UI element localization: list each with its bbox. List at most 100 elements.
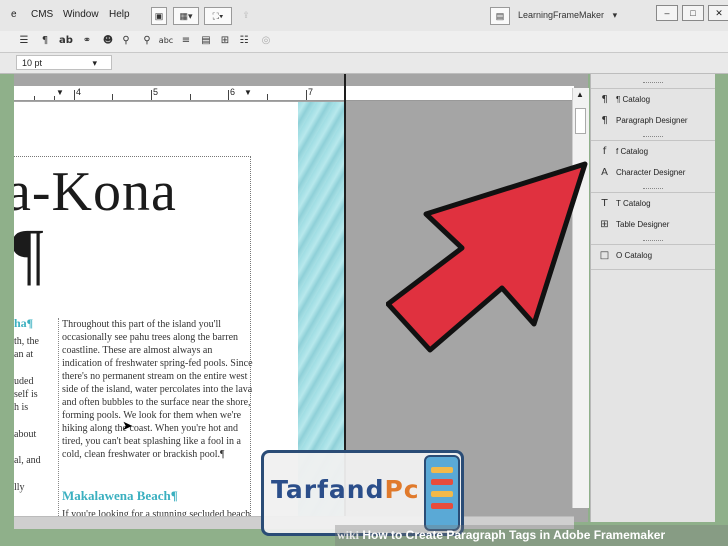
page-headline: a-Kona xyxy=(14,161,177,223)
ruler-mark: 7 xyxy=(308,87,314,97)
left-column-line: self is xyxy=(14,389,38,400)
caption-prefix: wiki xyxy=(337,528,360,542)
grid-icon[interactable]: ⊞ xyxy=(217,33,233,49)
panel-item-label: Table Designer xyxy=(616,220,670,229)
menu-bar: e CMS Window Help ▣ ▦▾ ⛶▾ ⇪ ▤ LearningFr… xyxy=(0,0,728,32)
object-catalog-icon: □ xyxy=(599,250,610,261)
table-catalog-icon: T xyxy=(601,198,608,209)
mouse-cursor-icon: ➤ xyxy=(122,418,133,433)
ruler-tick xyxy=(112,94,113,100)
tab-stop-icon[interactable]: ▼ xyxy=(56,88,64,97)
panel-item-label: ¶ Catalog xyxy=(616,95,651,104)
font-size-value: 10 pt xyxy=(22,58,43,68)
phone-icon xyxy=(424,455,460,531)
panel-item-label: Character Designer xyxy=(616,168,686,177)
object-group: □ O Catalog xyxy=(591,244,715,270)
circle-icon: ◎ xyxy=(261,35,271,46)
column-divider xyxy=(58,318,59,522)
left-column-line: lly xyxy=(14,482,25,493)
spell-icon[interactable]: abc xyxy=(158,33,174,49)
ruler-tick xyxy=(228,90,229,100)
section-heading[interactable]: Makalawena Beach¶ xyxy=(62,488,178,504)
menu-icon[interactable]: ☰ xyxy=(16,33,32,49)
paragraph-mark: ¶ xyxy=(14,216,44,293)
close-button[interactable]: ✕ xyxy=(708,5,728,21)
panel-grip xyxy=(643,188,663,191)
minimize-button[interactable]: – xyxy=(656,5,678,21)
menu-item-help[interactable]: Help xyxy=(109,9,130,20)
ruler-tick xyxy=(306,90,307,100)
caption-text: How to Create Paragraph Tags in Adobe Fr… xyxy=(362,528,666,542)
workspace-icon[interactable]: ▤ xyxy=(490,7,510,25)
table-designer-item[interactable]: ⊞ Table Designer xyxy=(597,216,709,234)
chevron-down-icon: ▾ xyxy=(612,10,618,20)
paragraph-icon[interactable]: ¶ xyxy=(37,33,53,49)
formatting-toolbar: ☰ ¶ ab ⚭ ☻ ⚲ ⚲ abc ≡ ▤ ⊞ ☷ ◎ xyxy=(0,31,728,53)
disabled-tool-icon: ⇪ xyxy=(242,10,250,20)
character-catalog-icon: f xyxy=(602,146,607,157)
ruler-tick xyxy=(74,90,75,100)
workspace-label: LearningFrameMaker xyxy=(518,10,605,20)
tab-stop-icon[interactable]: ▼ xyxy=(244,88,252,97)
left-column-line: h is xyxy=(14,402,29,413)
table-designer-icon: ⊞ xyxy=(600,219,609,230)
panel-item-label: f Catalog xyxy=(616,147,649,156)
list-icon[interactable]: ☷ xyxy=(236,33,252,49)
character-group: f f Catalog A Character Designer xyxy=(591,140,715,185)
panel-item-label: Paragraph Designer xyxy=(616,116,688,125)
menu-item-window[interactable]: Window xyxy=(63,9,99,20)
view-icon[interactable]: ▣ xyxy=(151,7,167,25)
character-catalog-item[interactable]: f f Catalog xyxy=(597,143,709,161)
ruler-tick xyxy=(151,90,152,100)
left-column-line: uded xyxy=(14,376,34,387)
paragraph-catalog-item[interactable]: ¶ ¶ Catalog xyxy=(597,91,709,109)
workspace-switcher[interactable]: LearningFrameMaker ▾ xyxy=(518,7,628,23)
panel-grip xyxy=(643,82,663,85)
caption-bar: wiki How to Create Paragraph Tags in Ado… xyxy=(335,525,728,546)
fit-icon[interactable]: ⛶▾ xyxy=(204,7,232,25)
chevron-down-icon: ▾ xyxy=(92,58,97,68)
font-bar: 10 pt ▾ xyxy=(0,53,728,74)
paragraph-designer-icon: ¶ xyxy=(601,115,608,126)
ruler-mark: 5 xyxy=(153,87,159,97)
character-designer-item[interactable]: A Character Designer xyxy=(597,164,709,182)
ruler-mark: 4 xyxy=(76,87,82,97)
table-group: T T Catalog ⊞ Table Designer xyxy=(591,192,715,237)
left-column-line: about xyxy=(14,429,37,440)
layout-icon[interactable]: ▦▾ xyxy=(173,7,199,25)
zoom-icon[interactable]: ⚲ xyxy=(118,33,134,49)
menu-item-edit[interactable]: e xyxy=(11,9,17,20)
ab-icon[interactable]: ab xyxy=(58,33,74,49)
paragraph-group: ¶ ¶ Catalog ¶ Paragraph Designer xyxy=(591,88,715,133)
character-designer-icon: A xyxy=(601,167,608,178)
panel-grip xyxy=(643,136,663,139)
body-paragraph[interactable]: Throughout this part of the island you'l… xyxy=(62,318,254,461)
ruler-tick xyxy=(54,96,55,100)
watermark-logo: TarfandPc xyxy=(261,450,464,536)
table-catalog-item[interactable]: T T Catalog xyxy=(597,195,709,213)
font-size-dropdown[interactable]: 10 pt ▾ xyxy=(16,55,112,70)
paragraph-catalog-icon: ¶ xyxy=(601,94,608,105)
scroll-thumb[interactable] xyxy=(575,108,586,134)
logo-text: TarfandPc xyxy=(271,475,420,504)
left-column-heading: ha¶ xyxy=(14,316,34,330)
user-icon[interactable]: ☻ xyxy=(100,33,116,49)
panel-item-label: O Catalog xyxy=(616,251,653,260)
ruler: 4 5 6 7 ▼ ▼ xyxy=(14,86,574,101)
scroll-up-icon[interactable]: ▲ xyxy=(576,90,584,99)
ruler-tick xyxy=(267,94,268,100)
object-catalog-item[interactable]: □ O Catalog xyxy=(597,247,709,265)
left-column-line: al, and xyxy=(14,455,41,466)
table-icon[interactable]: ▤ xyxy=(198,33,214,49)
maximize-button[interactable]: □ xyxy=(682,5,704,21)
link-icon[interactable]: ⚭ xyxy=(79,33,95,49)
ruler-mark: 6 xyxy=(230,87,236,97)
red-arrow-icon xyxy=(386,161,588,353)
align-icon[interactable]: ≡ xyxy=(178,33,194,49)
search-icon[interactable]: ⚲ xyxy=(139,33,155,49)
ruler-tick xyxy=(34,96,35,100)
panel-grip xyxy=(643,240,663,243)
panel-item-label: T Catalog xyxy=(616,199,651,208)
menu-item-cms[interactable]: CMS xyxy=(31,9,53,20)
paragraph-designer-item[interactable]: ¶ Paragraph Designer xyxy=(597,112,709,130)
